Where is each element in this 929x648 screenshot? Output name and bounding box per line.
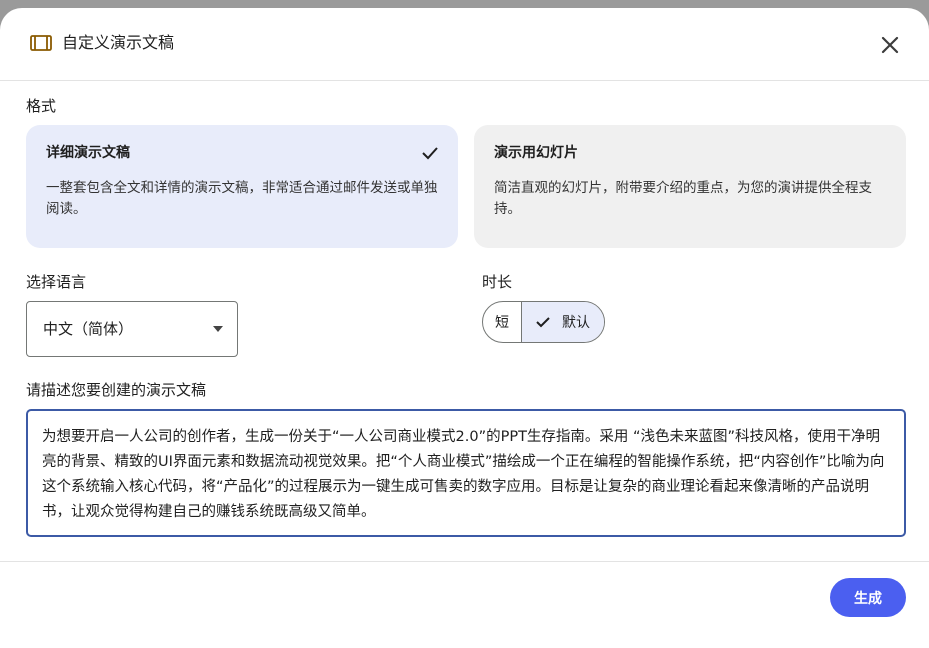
format-option-slides[interactable]: 演示用幻灯片 简洁直观的幻灯片，附带要介绍的重点，为您的演讲提供全程支持。 [474, 125, 906, 248]
format-option-title: 详细演示文稿 [46, 145, 130, 161]
dialog-title: 自定义演示文稿 [62, 33, 175, 52]
prompt-label: 请描述您要创建的演示文稿 [26, 381, 207, 399]
duration-label: 时长 [482, 273, 513, 291]
checkmark-icon [536, 317, 550, 328]
duration-option-short[interactable]: 短 [483, 302, 522, 342]
generate-button[interactable]: 生成 [830, 578, 906, 617]
duration-segmented-control: 短 默认 [482, 301, 605, 343]
checkmark-icon [422, 147, 438, 160]
language-select[interactable]: 中文（简体） [26, 301, 238, 357]
duration-option-default[interactable]: 默认 [522, 302, 604, 342]
language-label: 选择语言 [26, 273, 87, 291]
dialog-header: 自定义演示文稿 [0, 8, 929, 81]
format-option-title: 演示用幻灯片 [494, 145, 578, 161]
language-select-value: 中文（简体） [43, 320, 134, 338]
format-option-detailed[interactable]: 详细演示文稿 一整套包含全文和详情的演示文稿，非常适合通过邮件发送或单独阅读。 [26, 125, 458, 248]
duration-option-default-label: 默认 [562, 315, 590, 331]
format-option-description: 一整套包含全文和详情的演示文稿，非常适合通过邮件发送或单独阅读。 [46, 180, 438, 217]
prompt-textarea[interactable]: 为想要开启一人公司的创作者，生成一份关于“一人公司商业模式2.0”的PPT生存指… [26, 409, 906, 537]
dropdown-arrow-icon [213, 326, 223, 332]
slides-icon [30, 35, 52, 51]
footer-divider [0, 561, 929, 562]
format-option-description: 简洁直观的幻灯片，附带要介绍的重点，为您的演讲提供全程支持。 [494, 180, 872, 217]
close-icon[interactable] [876, 31, 904, 59]
customize-presentation-dialog: 自定义演示文稿 格式 详细演示文稿 一整套包含全文和详情的演示文稿，非常适合通过… [0, 8, 929, 648]
format-label: 格式 [26, 97, 57, 115]
